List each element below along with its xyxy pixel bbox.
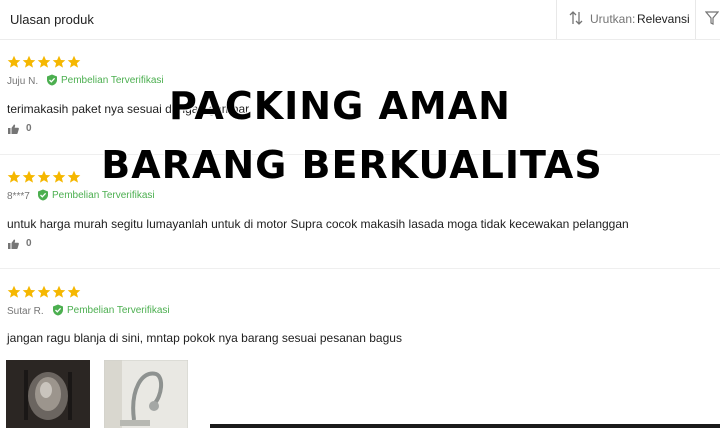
- star-icon: [52, 285, 66, 298]
- review-photo[interactable]: [6, 360, 90, 428]
- filter-icon[interactable]: [705, 10, 719, 26]
- star-icon: [22, 285, 36, 298]
- sort-value[interactable]: Relevansi: [637, 12, 690, 26]
- star-icon: [7, 285, 21, 298]
- verified-label: Pembelian Terverifikasi: [52, 189, 155, 201]
- review-text: untuk harga murah segitu lumayanlah untu…: [7, 217, 629, 231]
- overlay-headline-1: PACKING AMAN: [169, 84, 511, 128]
- review-photo[interactable]: [104, 360, 188, 428]
- star-icon: [52, 55, 66, 68]
- like-button[interactable]: 0: [8, 238, 32, 249]
- star-icon: [37, 55, 51, 68]
- like-count: 0: [26, 238, 32, 249]
- verified-badge: Pembelian Terverifikasi: [52, 304, 170, 316]
- star-icon: [7, 55, 21, 68]
- reviewer-name: Sutar R.: [7, 306, 44, 317]
- star-rating: [7, 55, 81, 69]
- bottom-dark-strip: [210, 424, 720, 428]
- review-text: jangan ragu blanja di sini, mntap pokok …: [7, 331, 402, 345]
- review-item: Sutar R. Pembelian Terverifikasi jangan …: [0, 269, 720, 428]
- verified-check-icon: [53, 304, 63, 316]
- sort-dropdown[interactable]: Urutkan: Relevansi: [556, 0, 696, 39]
- star-icon: [67, 55, 81, 68]
- review-photo-image: [6, 360, 90, 428]
- thumbs-up-icon: [8, 239, 19, 249]
- review-photo-image: [104, 360, 188, 428]
- sort-label: Urutkan:: [590, 12, 636, 26]
- star-icon: [37, 285, 51, 298]
- verified-badge: Pembelian Terverifikasi: [37, 189, 155, 201]
- reviewer-name: 8***7: [7, 191, 30, 202]
- reviews-header: Ulasan produk Urutkan: Relevansi: [0, 0, 720, 40]
- page-title: Ulasan produk: [10, 12, 94, 27]
- verified-label: Pembelian Terverifikasi: [67, 304, 170, 316]
- verified-check-icon: [38, 189, 48, 201]
- star-icon: [22, 55, 36, 68]
- star-icon: [67, 285, 81, 298]
- overlay-headline-2: BARANG BERKUALITAS: [101, 143, 603, 187]
- star-rating: [7, 285, 81, 299]
- sort-icon: [569, 11, 583, 25]
